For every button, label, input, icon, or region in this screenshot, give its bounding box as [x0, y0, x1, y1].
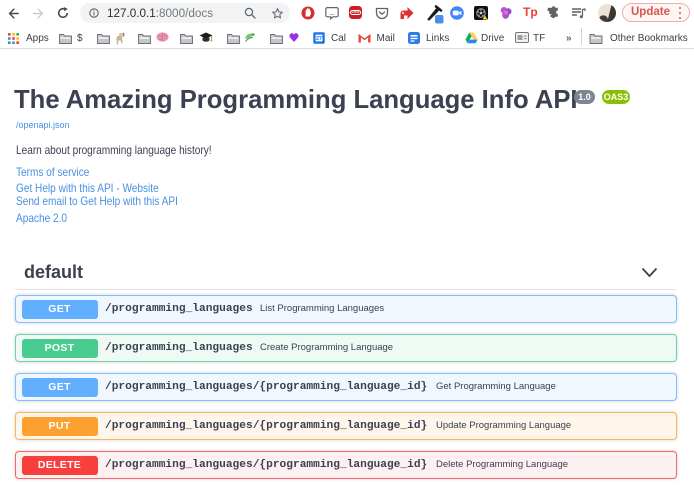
svg-text:27: 27 — [316, 35, 322, 41]
